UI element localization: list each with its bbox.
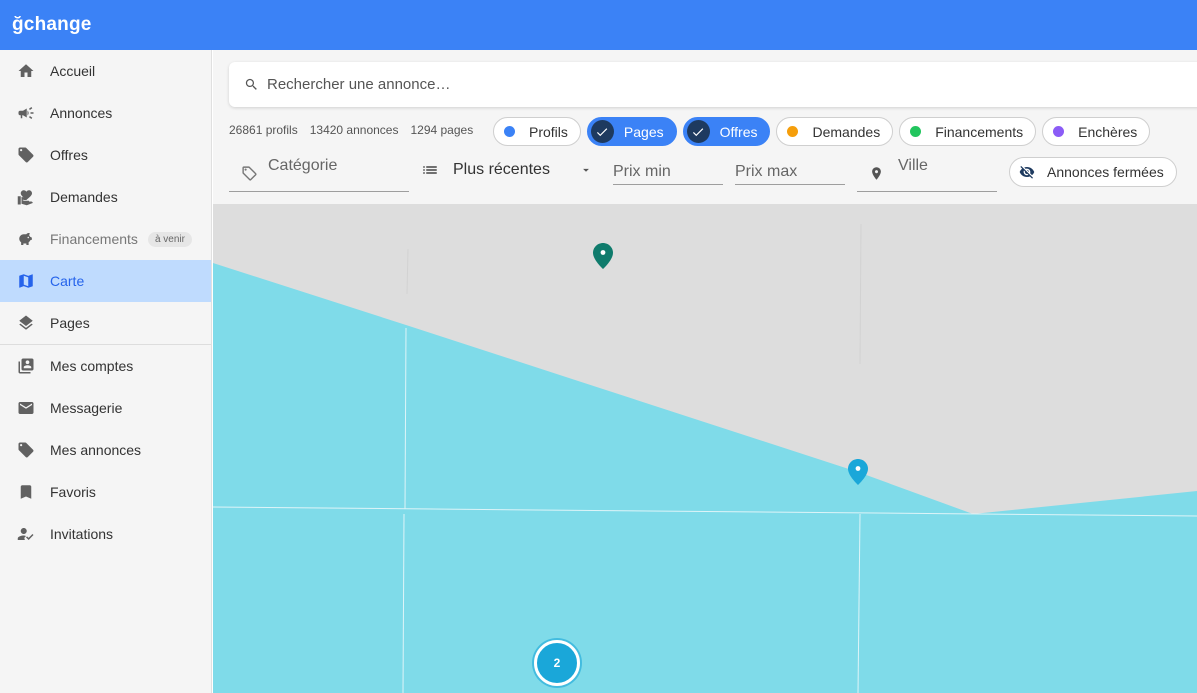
search-input[interactable]: [267, 76, 1067, 93]
filter-row: Plus récentes Annonces fermées: [229, 154, 1189, 194]
chip-demandes[interactable]: Demandes: [776, 117, 894, 146]
blue-dot-icon: [504, 126, 515, 137]
chip-label: Profils: [529, 123, 568, 140]
city-field[interactable]: [857, 154, 997, 192]
home-icon: [17, 62, 35, 80]
map-view[interactable]: 2: [213, 204, 1197, 693]
category-field[interactable]: [229, 154, 409, 192]
user-check-icon: [17, 525, 35, 543]
purple-dot-icon: [1053, 126, 1065, 137]
sidebar-item-demandes[interactable]: Demandes: [0, 176, 211, 218]
price-max-input[interactable]: [735, 163, 845, 181]
chip-label: Financements: [935, 123, 1024, 140]
search-icon: [245, 78, 257, 90]
sort-select[interactable]: Plus récentes: [421, 161, 593, 179]
check-icon: [590, 120, 614, 143]
price-min-input[interactable]: [613, 163, 723, 181]
piggy-bank-icon: [17, 230, 35, 248]
sidebar-item-mes-comptes[interactable]: Mes comptes: [0, 345, 211, 387]
category-input[interactable]: [268, 157, 409, 175]
sidebar-item-label: Accueil: [50, 63, 96, 79]
bookmark-icon: [17, 483, 35, 501]
sidebar-item-accueil[interactable]: Accueil: [0, 50, 211, 92]
sidebar-item-label: Financements: [50, 231, 138, 247]
ads-count: 13420 annonces: [309, 123, 399, 137]
check-icon: [686, 120, 710, 143]
chip-financements[interactable]: Financements: [899, 117, 1037, 146]
tag-icon: [17, 146, 35, 164]
map-icon: [17, 272, 35, 290]
chip-label: Offres: [719, 123, 758, 140]
accounts-icon: [17, 357, 35, 375]
sidebar-item-label: Offres: [50, 147, 88, 163]
sidebar-item-favoris[interactable]: Favoris: [0, 471, 211, 513]
chip-label: Pages: [623, 123, 664, 140]
marker-cluster[interactable]: 2: [534, 640, 580, 686]
search-bar[interactable]: [229, 62, 1197, 107]
chip-label: Demandes: [812, 123, 881, 140]
sidebar-item-label: Pages: [50, 315, 90, 331]
tag-outline-icon: [242, 166, 257, 181]
hand-heart-icon: [17, 188, 35, 206]
list-icon: [423, 166, 437, 174]
pages-count: 1294 pages: [410, 123, 474, 137]
city-input[interactable]: [898, 157, 997, 175]
app-brand[interactable]: ğchange: [12, 14, 92, 36]
top-app-bar: ğchange: [0, 0, 1197, 50]
sidebar-item-annonces[interactable]: Annonces: [0, 92, 211, 134]
profiles-count: 26861 profils: [229, 123, 298, 137]
coming-soon-badge: à venir: [147, 231, 192, 247]
result-stats: 26861 profils 13420 annonces 1294 pages: [229, 123, 473, 137]
price-min-field[interactable]: [613, 157, 723, 185]
sidebar-item-messagerie[interactable]: Messagerie: [0, 387, 211, 429]
sidebar-item-label: Invitations: [50, 526, 114, 542]
sidebar-item-mes-annonces[interactable]: Mes annonces: [0, 429, 211, 471]
megaphone-icon: [17, 104, 35, 122]
green-dot-icon: [910, 126, 922, 137]
chip-offres[interactable]: Offres: [682, 117, 771, 146]
chip-profils[interactable]: Profils: [493, 117, 581, 146]
sidebar-item-label: Mes annonces: [50, 442, 142, 458]
price-max-field[interactable]: [735, 157, 845, 185]
sidebar-item-invitations[interactable]: Invitations: [0, 513, 211, 555]
sidebar-item-label: Messagerie: [50, 400, 123, 416]
main-content: 26861 profils 13420 annonces 1294 pages …: [213, 50, 1197, 693]
sidebar-item-carte[interactable]: Carte: [0, 260, 211, 302]
eye-off-icon: [1019, 166, 1035, 179]
sidebar-item-label: Annonces: [50, 105, 113, 121]
offer-marker-icon[interactable]: [848, 459, 868, 485]
page-marker-icon[interactable]: [593, 243, 613, 269]
map-tiles: [213, 204, 1197, 693]
chip-label: Enchères: [1078, 123, 1138, 140]
type-filter-chips: Profils Pages Offres Demandes Financemen…: [493, 117, 1151, 146]
sort-value: Plus récentes: [453, 161, 550, 178]
caret-down-icon: [583, 168, 589, 172]
chip-encheres[interactable]: Enchères: [1042, 117, 1151, 146]
sidebar-item-offres[interactable]: Offres: [0, 134, 211, 176]
sidebar-item-financements[interactable]: Financements à venir: [0, 218, 211, 260]
sidebar-item-label: Demandes: [50, 189, 118, 205]
sidebar-item-label: Carte: [50, 273, 85, 289]
sidebar: Accueil Annonces Offres Demandes Finance…: [0, 50, 212, 693]
sidebar-item-label: Mes comptes: [50, 358, 134, 374]
sidebar-item-pages[interactable]: Pages: [0, 302, 211, 344]
mail-icon: [17, 399, 35, 417]
orange-dot-icon: [787, 126, 799, 137]
closed-ads-toggle[interactable]: Annonces fermées: [1009, 157, 1177, 187]
sidebar-item-label: Favoris: [50, 484, 96, 500]
location-pin-icon: [872, 167, 881, 180]
tag-icon: [17, 441, 35, 459]
chip-pages[interactable]: Pages: [586, 117, 677, 146]
closed-ads-label: Annonces fermées: [1047, 164, 1164, 180]
layers-icon: [17, 314, 35, 332]
